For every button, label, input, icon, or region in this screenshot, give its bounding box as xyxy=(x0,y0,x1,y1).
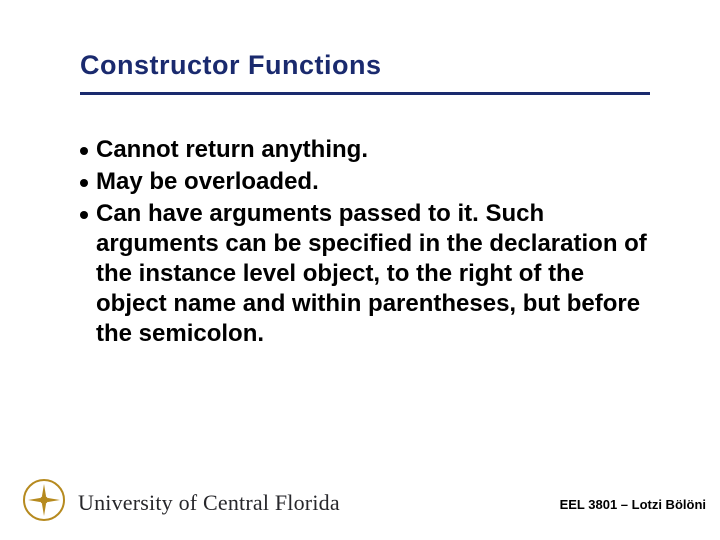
bullet-text: Cannot return anything. xyxy=(96,135,368,165)
course-label: EEL 3801 – Lotzi Bölöni xyxy=(560,497,706,512)
title-underline xyxy=(80,92,650,95)
list-item: Can have arguments passed to it. Such ar… xyxy=(80,199,660,349)
bullet-text: Can have arguments passed to it. Such ar… xyxy=(96,199,660,349)
ucf-logo-icon xyxy=(22,478,66,522)
bullet-icon xyxy=(80,147,88,155)
slide-footer: University of Central Florida EEL 3801 –… xyxy=(0,468,720,540)
list-item: May be overloaded. xyxy=(80,167,660,197)
slide-title: Constructor Functions xyxy=(80,50,382,81)
bullet-icon xyxy=(80,211,88,219)
university-name: University of Central Florida xyxy=(78,490,340,516)
list-item: Cannot return anything. xyxy=(80,135,660,165)
bullet-list: Cannot return anything. May be overloade… xyxy=(80,135,660,351)
slide: Constructor Functions Cannot return anyt… xyxy=(0,0,720,540)
bullet-text: May be overloaded. xyxy=(96,167,319,197)
bullet-icon xyxy=(80,179,88,187)
